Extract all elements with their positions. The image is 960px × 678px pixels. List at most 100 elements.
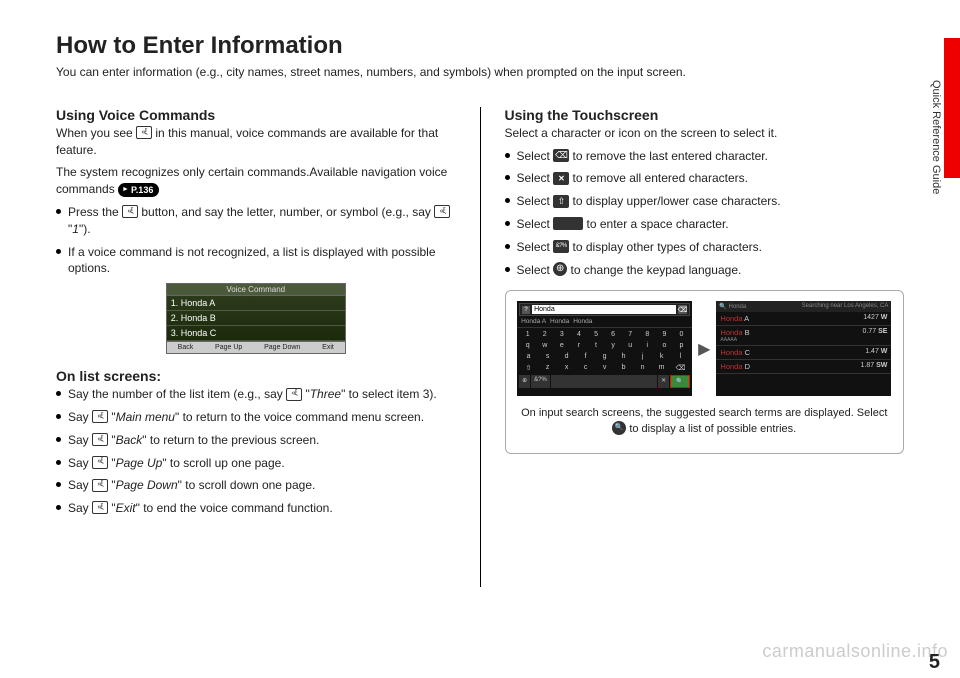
clear-icon: ⌫ — [678, 305, 687, 314]
kb-row: 1234567890 — [517, 329, 692, 340]
touch-intro: Select a character or icon on the screen… — [505, 125, 905, 142]
globe-icon — [553, 262, 567, 276]
result-row: Honda D1.87 SW — [716, 360, 891, 374]
watermark: carmanualsonline.info — [762, 641, 948, 662]
vc-footer-btn: Page Down — [264, 344, 300, 351]
bullet: Select to display other types of charact… — [505, 239, 905, 256]
text: Honda — [729, 304, 747, 310]
key: 1 — [522, 329, 534, 340]
bullet: Say "Back" to return to the previous scr… — [56, 432, 456, 449]
text: Select — [517, 149, 554, 163]
text: ). — [83, 222, 90, 236]
space-key — [551, 375, 657, 388]
text: to display a list of possible entries. — [629, 423, 796, 435]
key: j — [637, 351, 649, 362]
bullet: Select to remove all entered characters. — [505, 170, 905, 187]
command-text: Three — [310, 387, 341, 401]
text: Press the — [68, 205, 122, 219]
key: 5 — [590, 329, 602, 340]
voice-icon — [92, 433, 108, 446]
kb-row: qwertyuiop — [517, 340, 692, 351]
heading-list-screens: On list screens: — [56, 368, 456, 384]
suggestion: Honda — [550, 318, 569, 325]
side-section-label: Quick Reference Guide — [930, 80, 942, 194]
page-ref-pill: P.136 — [118, 183, 159, 198]
text: The system recognizes only certain comma… — [56, 165, 447, 196]
key: u — [624, 340, 636, 351]
key: 2 — [539, 329, 551, 340]
text: On input search screens, the suggested s… — [521, 407, 887, 419]
bullet: If a voice command is not recognized, a … — [56, 244, 456, 278]
suggestion: Honda A — [521, 318, 546, 325]
text: to display upper/lower case characters. — [573, 194, 781, 208]
bullet: Say "Exit" to end the voice command func… — [56, 500, 456, 517]
bullet: Select to remove the last entered charac… — [505, 148, 905, 165]
search-icon — [612, 421, 626, 435]
vc-item: 3. Honda C — [167, 326, 345, 341]
text: Searching near Los Angeles, CA — [802, 303, 889, 310]
clear-icon — [553, 172, 569, 185]
keyboard-screenshot: ? Honda ⌫ Honda A Honda Honda 1234567890… — [517, 301, 692, 396]
search-field: Honda — [532, 305, 676, 314]
key: p — [675, 340, 687, 351]
page-number: 5 — [929, 651, 940, 674]
key: n — [637, 362, 649, 374]
key: v — [599, 362, 611, 374]
heading-touchscreen: Using the Touchscreen — [505, 107, 905, 123]
voice-icon — [122, 205, 138, 218]
kb-bottom-row: ⊕ &?% ✕ 🔍 — [517, 374, 692, 389]
text: Say — [68, 478, 92, 492]
voice-icon — [92, 410, 108, 423]
key: y — [607, 340, 619, 351]
search-key: 🔍 — [670, 375, 690, 388]
suggestion: Honda — [573, 318, 592, 325]
bullet: Say "Page Up" to scroll up one page. — [56, 455, 456, 472]
key: 3 — [556, 329, 568, 340]
key: o — [658, 340, 670, 351]
text: to remove the last entered character. — [573, 149, 768, 163]
text: Say — [68, 410, 92, 424]
bullet: Select to display upper/lower case chara… — [505, 193, 905, 210]
space-icon — [553, 217, 583, 230]
key: h — [618, 351, 630, 362]
voice-intro: When you see in this manual, voice comma… — [56, 125, 456, 159]
command-text: Page Down — [116, 478, 178, 492]
text: Select — [517, 171, 554, 185]
key: i — [641, 340, 653, 351]
x-key: ✕ — [658, 375, 669, 388]
vc-item: 2. Honda B — [167, 311, 345, 326]
left-column: Using Voice Commands When you see in thi… — [56, 107, 456, 587]
voice-icon — [434, 205, 450, 218]
key: k — [656, 351, 668, 362]
text: Say — [68, 501, 92, 515]
command-text: 1 — [72, 222, 79, 236]
text: When you see — [56, 126, 136, 140]
key: b — [618, 362, 630, 374]
sym-key: &?% — [531, 375, 550, 388]
key: w — [539, 340, 551, 351]
arrow-icon: ▶ — [698, 339, 710, 359]
key: d — [561, 351, 573, 362]
text: to return to the voice command menu scre… — [179, 410, 424, 424]
results-screenshot: 🔍 Honda Searching near Los Angeles, CA H… — [716, 301, 891, 396]
bullet: Say the number of the list item (e.g., s… — [56, 386, 456, 403]
text: Select — [517, 194, 554, 208]
key: ⇧ — [523, 362, 535, 374]
command-text: Page Up — [116, 456, 163, 470]
kb-row: asdfghjkl — [517, 351, 692, 362]
column-divider — [480, 107, 481, 587]
list-screen-bullets: Say the number of the list item (e.g., s… — [56, 386, 456, 517]
key: 7 — [624, 329, 636, 340]
page-title: How to Enter Information — [56, 32, 904, 60]
key: q — [522, 340, 534, 351]
text: to remove all entered characters. — [573, 171, 748, 185]
result-row: Honda C1.47 W — [716, 346, 891, 360]
text: Say the number of the list item (e.g., s… — [68, 387, 286, 401]
vc-footer-btn: Exit — [322, 344, 334, 351]
key: s — [542, 351, 554, 362]
text: Say — [68, 456, 92, 470]
voice-icon — [92, 479, 108, 492]
text: to enter a space character. — [587, 217, 729, 231]
globe-key: ⊕ — [519, 375, 530, 388]
page-subtitle: You can enter information (e.g., city na… — [56, 64, 904, 81]
